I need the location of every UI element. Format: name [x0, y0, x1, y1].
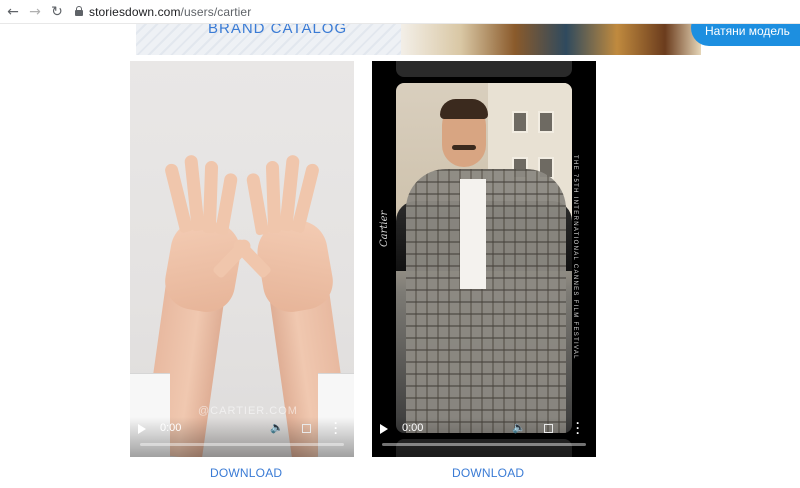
fullscreen-icon[interactable] — [302, 424, 311, 433]
cartier-brand-text: Cartier — [379, 210, 390, 247]
lock-icon[interactable] — [75, 6, 83, 16]
download-link-2[interactable]: DOWNLOAD — [452, 466, 524, 480]
video-controls: 0:00 🔈 · · · — [130, 417, 354, 457]
banner-title: BRAND CATALOG — [208, 24, 348, 37]
volume-icon[interactable]: 🔈 — [270, 421, 284, 434]
progress-bar[interactable] — [140, 443, 344, 446]
arrow-right-icon[interactable]: → — [26, 3, 44, 21]
video-watermark: @CARTIER.COM — [198, 405, 298, 417]
download-link-1[interactable]: DOWNLOAD — [210, 466, 282, 480]
video-player-2[interactable]: Cartier THE 75TH INTERNATIONAL CANNES FI… — [372, 61, 596, 457]
fullscreen-icon[interactable] — [544, 424, 553, 433]
video-frame — [396, 83, 572, 433]
video-time: 0:00 — [402, 422, 424, 434]
more-vertical-icon[interactable]: · · · — [333, 417, 339, 439]
hair — [440, 99, 488, 119]
brand-banner[interactable]: BRAND CATALOG Натяни модель — [136, 24, 800, 55]
moustache — [452, 145, 476, 150]
browser-toolbar: ← → ↻ storiesdown.com/users/cartier — [0, 0, 800, 24]
play-icon[interactable] — [380, 424, 388, 434]
video-time: 0:00 — [160, 422, 182, 434]
video-controls: 0:00 🔈 · · · — [372, 417, 596, 457]
banner-image — [401, 24, 701, 55]
reload-icon[interactable]: ↻ — [48, 3, 66, 21]
play-icon[interactable] — [138, 424, 146, 434]
banner-cta-label: Натяни модель — [705, 24, 790, 38]
banner-pattern: BRAND CATALOG — [136, 24, 401, 55]
video-player-1[interactable]: @CARTIER.COM 0:00 🔈 · · · — [130, 61, 354, 457]
festival-text: THE 75TH INTERNATIONAL CANNES FILM FESTI… — [572, 155, 578, 360]
url-host: storiesdown.com — [89, 5, 181, 19]
volume-icon[interactable]: 🔈 — [512, 421, 526, 434]
more-vertical-icon[interactable]: · · · — [575, 417, 581, 439]
shirt — [460, 179, 486, 289]
progress-bar[interactable] — [382, 443, 586, 446]
arrow-left-icon[interactable]: ← — [4, 3, 22, 21]
address-bar[interactable]: storiesdown.com/users/cartier — [89, 5, 251, 19]
url-path: /users/cartier — [180, 5, 252, 19]
banner-cta-button[interactable]: Натяни модель — [691, 24, 800, 46]
film-strip-top — [396, 61, 572, 77]
